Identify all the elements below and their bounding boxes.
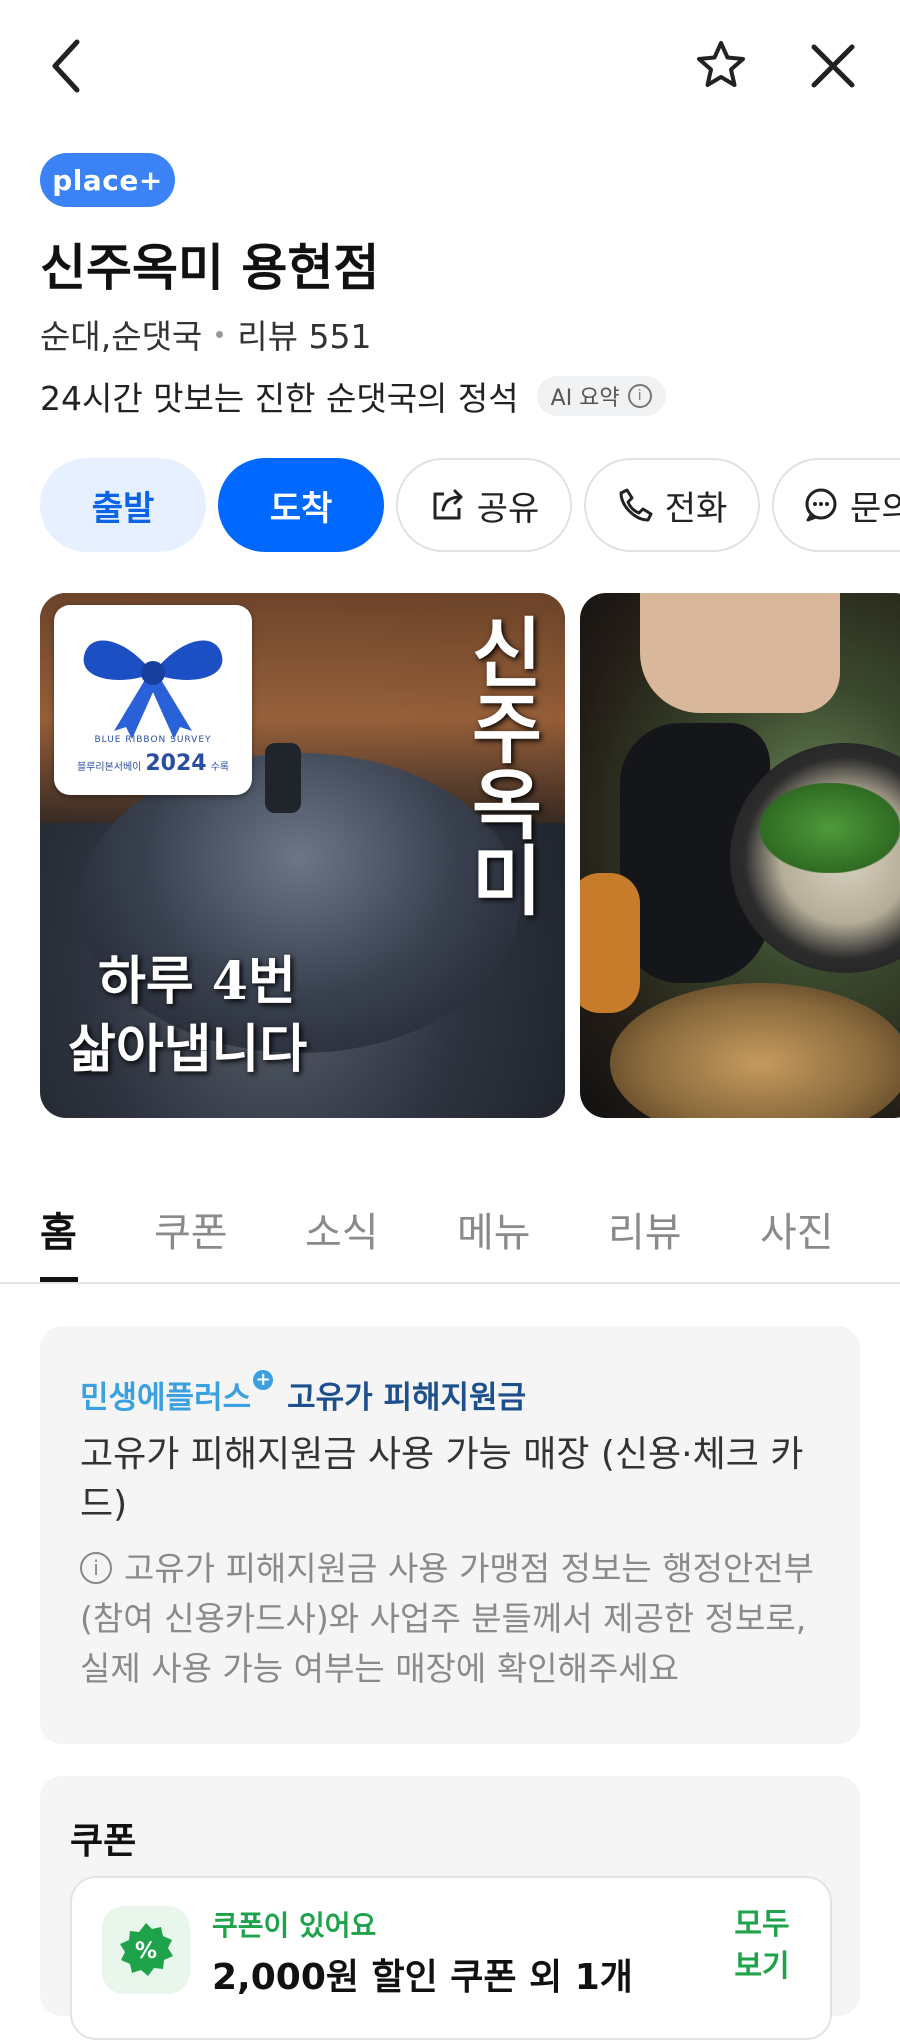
tab-menu[interactable]: 메뉴 [457,1200,531,1258]
place-plus-badge: place+ [40,153,175,207]
coupon-section-title: 쿠폰 [70,1821,137,1862]
call-button[interactable]: 전화 [584,458,760,552]
depart-button[interactable]: 출발 [40,458,206,552]
place-category: 순대,순댓국 [40,317,203,356]
pot-handle [265,743,301,813]
caption-line-1: 하루 4번 [98,951,296,1012]
photo2-arm [640,593,840,713]
photo-caption: 하루 4번 삶아냅니다 [68,948,307,1084]
back-button[interactable] [40,30,90,102]
coupon-card: 쿠폰 % 쿠폰이 있어요 2,000원 할인 쿠폰 외 1개 모두 보기 [40,1776,860,2040]
coupon-icon-wrap: % [102,1906,190,1994]
coupon-percent-icon: % [120,1923,173,1976]
tab-home[interactable]: 홈 [40,1200,77,1258]
arrive-label: 도착 [269,488,333,529]
support-brand-title: 고유가 피해지원금 [287,1380,527,1416]
blue-ribbon-badge: BLUE RIBBON SURVEY 블루리본서베이 2024 수록 [54,605,252,795]
coupon-box[interactable]: % 쿠폰이 있어요 2,000원 할인 쿠폰 외 1개 모두 보기 [70,1876,832,2040]
support-brand: 민생에플러스 [80,1380,252,1416]
close-button[interactable] [808,38,858,94]
arrive-button[interactable]: 도착 [218,458,384,552]
place-summary: 24시간 맛보는 진한 순댓국의 정석 AI 요약 i [40,372,666,420]
photo2-side-dish [580,873,640,1013]
coupon-description: 2,000원 할인 쿠폰 외 1개 [212,1957,633,1998]
support-notice: 고유가 피해지원금 사용 가맹점 정보는 행정안전부(참여 신용카드사)와 사업… [80,1549,815,1688]
photo-2[interactable] [580,593,900,1118]
close-icon [811,44,855,88]
photo2-plate [610,983,900,1118]
chevron-left-icon [52,39,80,93]
photo-1[interactable]: BLUE RIBBON SURVEY 블루리본서베이 2024 수록 신주옥미 … [40,593,565,1118]
ai-summary-label: AI 요약 [550,386,620,411]
ribbon-year-row: 블루리본서베이 2024 수록 [54,751,252,776]
ribbon-year: 2024 [145,751,207,776]
caption-line-2: 삶아냅니다 [68,1019,308,1080]
tab-active-indicator [40,1277,78,1282]
support-headline: 고유가 피해지원금 사용 가능 매장 (신용·체크 카드) [80,1434,804,1525]
svg-text:%: % [135,1939,157,1964]
coupon-status: 쿠폰이 있어요 [212,1909,377,1942]
support-fund-card[interactable]: 민생에플러스 + 고유가 피해지원금 고유가 피해지원금 사용 가능 매장 (신… [40,1326,860,1744]
chat-icon [805,488,837,522]
tab-review[interactable]: 리뷰 [608,1200,682,1258]
ribbon-sub: 블루리본서베이 [76,762,142,773]
plus-circle-icon: + [253,1370,274,1390]
favorite-button[interactable] [690,34,752,96]
tab-bar: 홈 쿠폰 소식 메뉴 리뷰 사진 [0,1190,900,1284]
tab-news[interactable]: 소식 [305,1200,379,1258]
depart-label: 출발 [91,488,155,529]
share-label: 공유 [476,488,540,529]
ribbon-icon [83,640,223,739]
photo-vertical-title: 신주옥미 [456,613,545,917]
separator-dot [216,330,224,338]
call-label: 전화 [664,488,728,529]
view-all-coupons-link[interactable]: 모두 보기 [730,1904,794,1988]
place-name: 신주옥미 용현점 [40,239,380,297]
tab-coupon[interactable]: 쿠폰 [154,1200,228,1258]
ribbon-brand: BLUE RIBBON SURVEY [94,735,212,745]
summary-text: 24시간 맛보는 진한 순댓국의 정석 [40,379,519,418]
place-meta: 순대,순댓국 리뷰 551 [40,310,372,358]
support-brand-row: 민생에플러스 + 고유가 피해지원금 [80,1370,527,1417]
inquiry-label: 문의 [850,488,900,529]
info-icon: i [627,384,652,408]
ribbon-suffix: 수록 [210,762,230,773]
share-button[interactable]: 공유 [396,458,572,552]
action-bar: 출발 도착 공유 전화 문의 [40,458,900,554]
top-bar [0,0,900,130]
share-icon [433,489,463,520]
photo2-greens [760,783,900,873]
star-outline-icon [697,41,745,87]
review-count[interactable]: 리뷰 551 [237,310,371,358]
photo-carousel[interactable]: BLUE RIBBON SURVEY 블루리본서베이 2024 수록 신주옥미 … [40,593,900,1118]
tab-photo[interactable]: 사진 [760,1200,834,1258]
ai-summary-pill[interactable]: AI 요약 i [536,376,666,416]
inquiry-button[interactable]: 문의 [772,458,900,552]
phone-icon [619,488,653,522]
